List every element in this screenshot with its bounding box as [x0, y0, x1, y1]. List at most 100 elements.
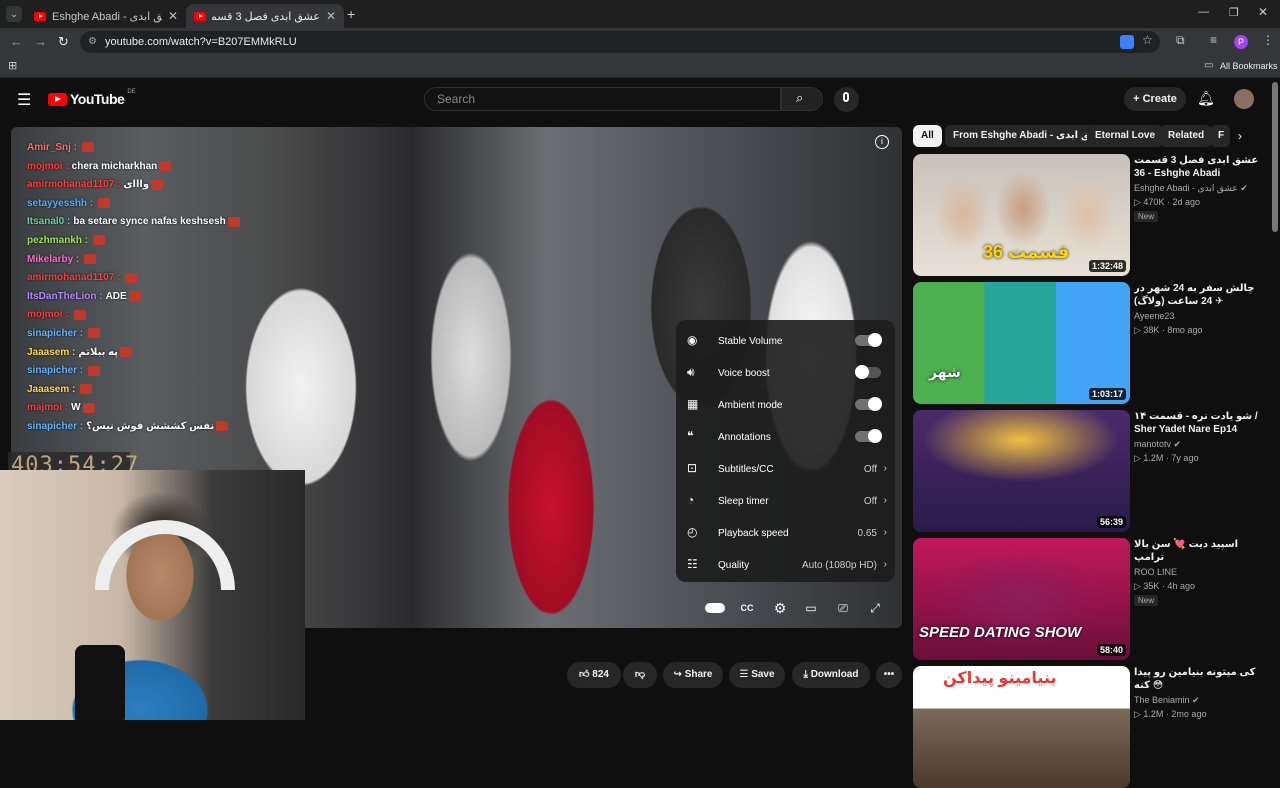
chips-next-arrow-icon[interactable]: › — [1238, 129, 1242, 143]
related-video-thumbnail[interactable]: 56:39 — [913, 410, 1130, 532]
chat-message: ItsDanTheLion : ADE — [27, 291, 141, 302]
chip-eternal-love[interactable]: Eternal Love — [1087, 125, 1164, 147]
settings-item-playback-speed[interactable]: ◴ Playback speed 0.65 › — [676, 516, 895, 548]
search-input[interactable]: Search — [424, 87, 781, 111]
video-info-icon[interactable]: i — [875, 135, 889, 149]
extensions-icon[interactable]: ⧉ — [1176, 33, 1185, 48]
settings-item-subtitles-cc[interactable]: ⊡ Subtitles/CC Off › — [676, 452, 895, 484]
related-video-title[interactable]: اسپید دیت 💘 سن بالا ترامپ — [1134, 538, 1259, 566]
related-video-thumbnail[interactable]: قسمت 36 1:32:48 — [913, 154, 1130, 276]
profile-avatar[interactable]: P — [1234, 35, 1248, 49]
translate-icon[interactable] — [1120, 35, 1134, 49]
fullscreen-icon[interactable]: ⤢ — [865, 598, 885, 618]
save-button[interactable]: ☰ Save — [729, 662, 785, 688]
related-video-thumbnail[interactable]: SPEED DATING SHOW 58:40 — [913, 538, 1130, 660]
related-video-channel[interactable]: manototv ✔ — [1134, 439, 1181, 450]
chat-message: Amir_Snj : — [27, 142, 95, 153]
related-video-channel[interactable]: Ayeene23 — [1134, 311, 1174, 321]
related-video-title[interactable]: کی میتونه بنیامین رو پیدا کنه 😳 — [1134, 666, 1259, 694]
new-tab-button[interactable]: + — [347, 6, 355, 22]
chip-all[interactable]: All — [913, 125, 942, 147]
url-text: youtube.com/watch?v=B207EMMkRLU — [105, 36, 297, 48]
channel-name: ROO LINE — [1134, 567, 1178, 577]
chat-text: W — [71, 402, 81, 414]
bookmarks-bar: ⊞ ▭ All Bookmarks — [0, 56, 1280, 78]
chip-related[interactable]: Related — [1160, 125, 1213, 147]
related-video-thumbnail[interactable]: بنیامینو پیداکن — [913, 666, 1130, 788]
more-actions-button[interactable]: ••• — [876, 662, 902, 688]
site-info-icon[interactable]: ⚙ — [88, 31, 97, 53]
cast-icon[interactable]: ⎚ — [833, 598, 853, 618]
close-tab-icon[interactable]: ✕ — [326, 9, 336, 23]
toggle-switch[interactable] — [855, 429, 882, 443]
reload-icon[interactable]: ↻ — [58, 34, 69, 50]
browser-tab-1[interactable]: Eshghe Abadi - عشق ابدی - You ✕ — [26, 4, 186, 28]
autoplay-toggle-icon[interactable] — [705, 598, 725, 618]
share-label: Share — [684, 669, 713, 680]
emote-icon — [159, 160, 172, 171]
share-arrow-icon: ↪ — [673, 669, 685, 680]
browser-menu-icon[interactable]: ⋮ — [1262, 33, 1274, 47]
thumbnail-overlay-text: بنیامینو پیداکن — [943, 670, 1057, 687]
subtitles-cc-icon[interactable]: CC — [737, 598, 757, 618]
emote-icon — [88, 365, 101, 376]
youtube-logo[interactable]: YouTube DE — [48, 89, 136, 107]
restore-button[interactable]: ❐ — [1229, 6, 1239, 19]
close-tab-icon[interactable]: ✕ — [168, 9, 178, 23]
hamburger-menu-icon[interactable]: ☰ — [17, 90, 31, 110]
download-button[interactable]: ⤓ Download — [792, 662, 870, 688]
dislike-button[interactable]: 👎︎ — [623, 662, 657, 688]
settings-item-quality[interactable]: ☷ Quality Auto (1080p HD) › — [676, 548, 895, 580]
related-video-channel[interactable]: Eshghe Abadi - عشق ابدی ✔ — [1134, 183, 1248, 194]
related-video-thumbnail[interactable]: شهر 1:03:17 — [913, 282, 1130, 404]
bookmark-star-icon[interactable]: ☆ — [1142, 33, 1153, 47]
account-avatar[interactable] — [1234, 89, 1254, 109]
settings-item-annotations[interactable]: ❝ Annotations — [676, 420, 895, 452]
page-scrollbar[interactable] — [1272, 82, 1278, 232]
download-icon: ⤓ — [803, 669, 811, 680]
emote-icon — [151, 179, 164, 190]
settings-item-ambient-mode[interactable]: ▦ Ambient mode — [676, 388, 895, 420]
tab-list-dropdown-icon[interactable]: ⌄ — [6, 6, 22, 22]
toggle-switch[interactable] — [855, 365, 881, 379]
voice-search-button[interactable] — [834, 87, 859, 112]
settings-item-voice-boost[interactable]: 🔊︎ Voice boost — [676, 356, 895, 388]
chat-message: Jaaasem : په ببلاتم — [27, 347, 132, 358]
url-field[interactable]: ⚙ youtube.com/watch?v=B207EMMkRLU — [80, 31, 1160, 53]
notifications-bell-icon[interactable]: 🔔︎ — [1197, 90, 1215, 107]
miniplayer-icon[interactable]: ▭ — [801, 598, 821, 618]
video-duration: 1:03:17 — [1088, 388, 1126, 400]
search-button[interactable]: ⌕ — [781, 87, 823, 111]
related-video-channel[interactable]: ROO LINE — [1134, 567, 1177, 577]
reading-list-icon[interactable]: ≡ — [1210, 33, 1217, 47]
chip-next-partial[interactable]: F — [1210, 125, 1230, 147]
share-button[interactable]: ↪ Share — [663, 662, 723, 688]
related-video-title[interactable]: چالش سفر به 24 شهر در 24 ساعت (ولاگ) ✈ — [1134, 282, 1259, 310]
like-button[interactable]: 👍︎ 824 — [567, 662, 621, 688]
chat-username: sinapicher : — [27, 365, 84, 377]
chat-text: chera micharkhan — [71, 160, 158, 172]
related-video-title[interactable]: شو یادت نره - قسمت ۱۴ / Sher Yadet Nare … — [1134, 410, 1259, 438]
chat-username: sinapicher : — [27, 421, 84, 432]
forward-icon[interactable]: → — [34, 34, 47, 49]
new-badge: New — [1134, 595, 1159, 606]
settings-item-sleep-timer[interactable]: ◔ Sleep timer Off › — [676, 484, 895, 516]
toggle-switch[interactable] — [855, 333, 882, 347]
settings-item-stable-volume[interactable]: ◉ Stable Volume — [676, 324, 895, 356]
minimize-button[interactable]: — — [1198, 6, 1209, 18]
all-bookmarks-folder-icon[interactable]: ▭ — [1204, 60, 1213, 71]
related-video-meta: ▷ 1.2M · 2mo ago — [1134, 709, 1207, 719]
settings-item-label: Sleep timer — [718, 496, 769, 507]
related-video-channel[interactable]: The Beniamin ✔ — [1134, 695, 1200, 706]
close-window-button[interactable]: ✕ — [1258, 5, 1268, 19]
all-bookmarks-label[interactable]: All Bookmarks — [1220, 61, 1278, 71]
related-video-title[interactable]: عشق ابدی فصل 3 قسمت 36 - Eshghe Abadi — [1134, 154, 1259, 182]
chat-text: وااای — [123, 179, 150, 191]
create-button[interactable]: + Create — [1124, 87, 1186, 111]
apps-grid-icon[interactable]: ⊞ — [8, 59, 17, 72]
player-controls: CC ⚙ ▭ ⎚ ⤢ — [700, 598, 890, 618]
toggle-switch[interactable] — [855, 397, 882, 411]
browser-tab-2[interactable]: عشق ابدی فصل 3 قسمت 35 - Eshghe ✕ — [186, 4, 344, 28]
back-icon[interactable]: ← — [10, 34, 23, 49]
settings-gear-icon[interactable]: ⚙ — [770, 598, 790, 618]
